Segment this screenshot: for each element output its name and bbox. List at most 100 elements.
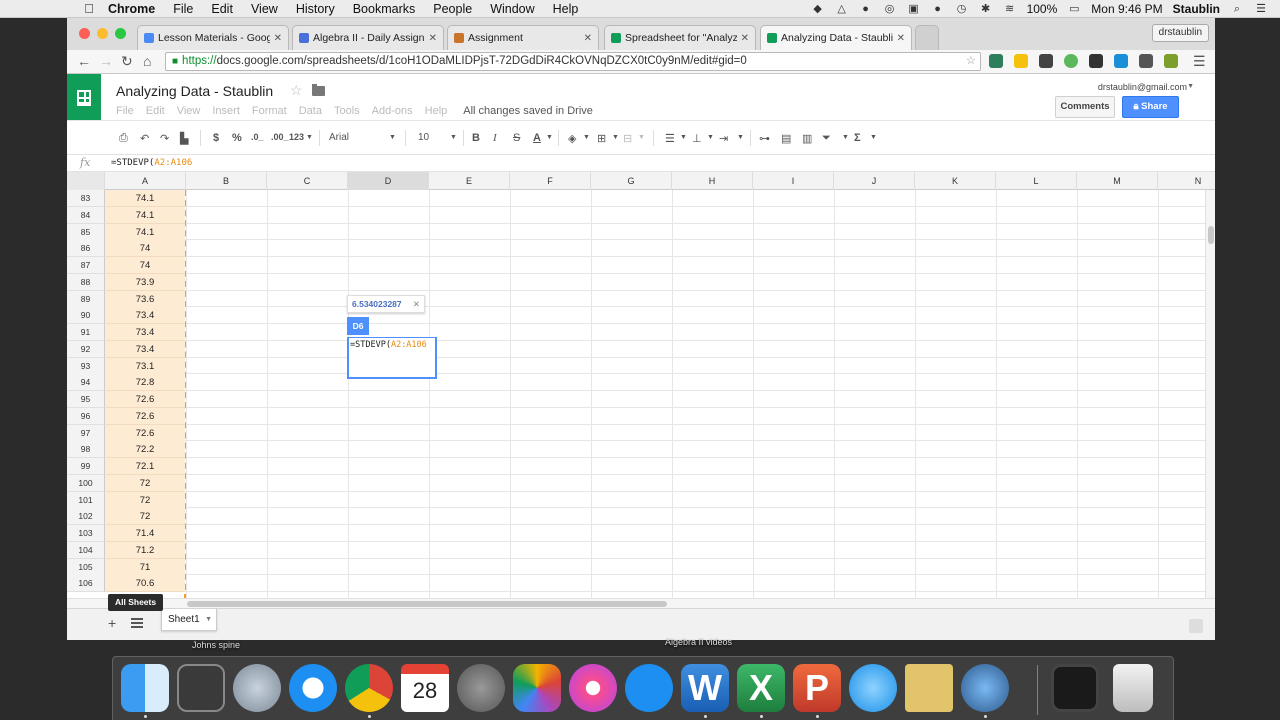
row-header[interactable]: 89 [67, 290, 105, 308]
bluetooth-icon[interactable]: ✱ [979, 3, 993, 15]
row-header[interactable]: 104 [67, 541, 105, 559]
status-icon[interactable]: ● [859, 3, 873, 15]
spotlight-icon[interactable]: ⌕ [1230, 3, 1244, 15]
chrome-menu-icon[interactable]: ☰ [1193, 53, 1206, 70]
zoom-window-icon[interactable] [115, 28, 126, 39]
cell-a[interactable]: 74.1 [105, 223, 185, 241]
app-store-icon[interactable] [625, 664, 673, 712]
chrome-icon[interactable] [345, 664, 393, 712]
itunes-icon[interactable] [569, 664, 617, 712]
word-icon[interactable]: W [681, 664, 729, 712]
extension-icon[interactable] [1089, 54, 1103, 68]
home-icon[interactable]: ⌂ [143, 53, 151, 69]
insert-comment-icon[interactable]: ▤ [781, 132, 791, 145]
redo-icon[interactable]: ↷ [160, 132, 169, 145]
cell-a[interactable]: 71 [105, 558, 185, 576]
dictionary-icon[interactable] [905, 664, 953, 712]
all-sheets-icon[interactable] [131, 618, 143, 628]
extension-icon[interactable] [1164, 54, 1178, 68]
url-input[interactable]: ■ https://docs.google.com/spreadsheets/d/… [165, 52, 981, 71]
notification-center-icon[interactable]: ☰ [1254, 3, 1268, 15]
fill-color-icon[interactable]: ◈ [568, 132, 576, 145]
cell-a[interactable]: 72 [105, 508, 185, 526]
close-tab-icon[interactable]: ✕ [584, 33, 592, 44]
row-header[interactable]: 84 [67, 206, 105, 224]
row-header[interactable]: 99 [67, 458, 105, 475]
docs-menu-format[interactable]: Format [252, 105, 287, 117]
row-header[interactable]: 93 [67, 357, 105, 375]
drive-extension-icon[interactable] [1014, 54, 1028, 68]
scrollbar-thumb[interactable] [187, 601, 667, 607]
extension-icon[interactable] [1139, 54, 1153, 68]
row-header[interactable]: 98 [67, 441, 105, 459]
row-header[interactable]: 83 [67, 190, 105, 207]
trash-icon[interactable] [1113, 664, 1153, 712]
vertical-align-icon[interactable]: ⊥ [692, 132, 702, 145]
cell-a[interactable]: 73.4 [105, 340, 185, 358]
row-header[interactable]: 97 [67, 424, 105, 442]
vertical-scrollbar[interactable] [1205, 190, 1215, 598]
chevron-down-icon[interactable]: ▼ [1187, 83, 1194, 90]
cell-a[interactable]: 72.6 [105, 424, 185, 442]
close-tab-icon[interactable]: ✕ [741, 33, 749, 44]
select-all-corner[interactable] [67, 172, 105, 190]
column-header[interactable]: J [834, 172, 915, 190]
chevron-down-icon[interactable]: ▼ [638, 134, 645, 141]
menu-bookmarks[interactable]: Bookmarks [353, 2, 416, 16]
text-color-button[interactable]: A [533, 132, 541, 144]
clock[interactable]: Mon 9:46 PM [1091, 2, 1162, 16]
cell-a[interactable]: 73.4 [105, 307, 185, 325]
quicktime-icon[interactable] [961, 664, 1009, 712]
merge-cells-icon[interactable]: ⊟ [623, 132, 632, 145]
powerpoint-icon[interactable]: P [793, 664, 841, 712]
docs-menu-view[interactable]: View [177, 105, 201, 117]
dropbox-icon[interactable]: ◆ [811, 3, 825, 15]
undo-icon[interactable]: ↶ [140, 132, 149, 145]
chevron-down-icon[interactable]: ▼ [707, 134, 714, 141]
menu-window[interactable]: Window [490, 2, 534, 16]
more-formats-button[interactable]: 123 [289, 132, 304, 142]
paint-format-icon[interactable]: ▙ [180, 132, 188, 145]
docs-menu-tools[interactable]: Tools [334, 105, 360, 117]
docs-menu-edit[interactable]: Edit [146, 105, 165, 117]
chevron-down-icon[interactable]: ▼ [612, 134, 619, 141]
cell-a[interactable]: 72.1 [105, 458, 185, 475]
docs-menu-insert[interactable]: Insert [212, 105, 240, 117]
star-icon[interactable]: ☆ [290, 82, 303, 99]
decrease-decimal-button[interactable]: .0_ [251, 132, 264, 142]
row-header[interactable]: 100 [67, 474, 105, 492]
column-header[interactable]: N [1158, 172, 1215, 190]
desktop-folder-label[interactable]: Johns spine [192, 640, 240, 650]
chevron-down-icon[interactable]: ▼ [306, 134, 313, 141]
row-header[interactable]: 102 [67, 508, 105, 526]
account-email[interactable]: drstaublin@gmail.com [1098, 82, 1187, 92]
wifi-icon[interactable]: ≋ [1003, 3, 1017, 15]
record-icon[interactable]: ● [931, 3, 945, 15]
minimize-window-icon[interactable] [97, 28, 108, 39]
filter-icon[interactable]: ⏷ [822, 132, 831, 145]
row-header[interactable]: 101 [67, 491, 105, 509]
column-header[interactable]: G [591, 172, 672, 190]
close-tab-icon[interactable]: ✕ [897, 33, 905, 44]
column-header[interactable]: B [186, 172, 267, 190]
row-header[interactable]: 92 [67, 340, 105, 358]
column-header[interactable]: K [915, 172, 996, 190]
row-header[interactable]: 87 [67, 257, 105, 274]
extension-icon[interactable] [1064, 54, 1078, 68]
increase-decimal-button[interactable]: .00_ [271, 132, 289, 142]
document-title[interactable]: Analyzing Data - Staublin [116, 83, 273, 99]
percent-format-button[interactable]: % [232, 132, 242, 144]
share-button[interactable]: 🔒︎ Share [1122, 96, 1179, 118]
messages-icon[interactable] [849, 664, 897, 712]
scrollbar-thumb[interactable] [1208, 226, 1214, 244]
cell-a[interactable]: 72.2 [105, 441, 185, 459]
menu-app-chrome[interactable]: Chrome [108, 2, 155, 16]
cell-a[interactable]: 73.1 [105, 357, 185, 375]
horizontal-scrollbar[interactable] [67, 598, 1215, 608]
sheet-tab[interactable]: Sheet1 ▼ [161, 609, 217, 631]
comments-button[interactable]: Comments [1055, 96, 1115, 118]
cell-a[interactable]: 72.8 [105, 374, 185, 392]
finder-icon[interactable] [121, 664, 169, 712]
row-header[interactable]: 96 [67, 407, 105, 425]
insert-link-icon[interactable]: ⊶ [759, 132, 770, 145]
